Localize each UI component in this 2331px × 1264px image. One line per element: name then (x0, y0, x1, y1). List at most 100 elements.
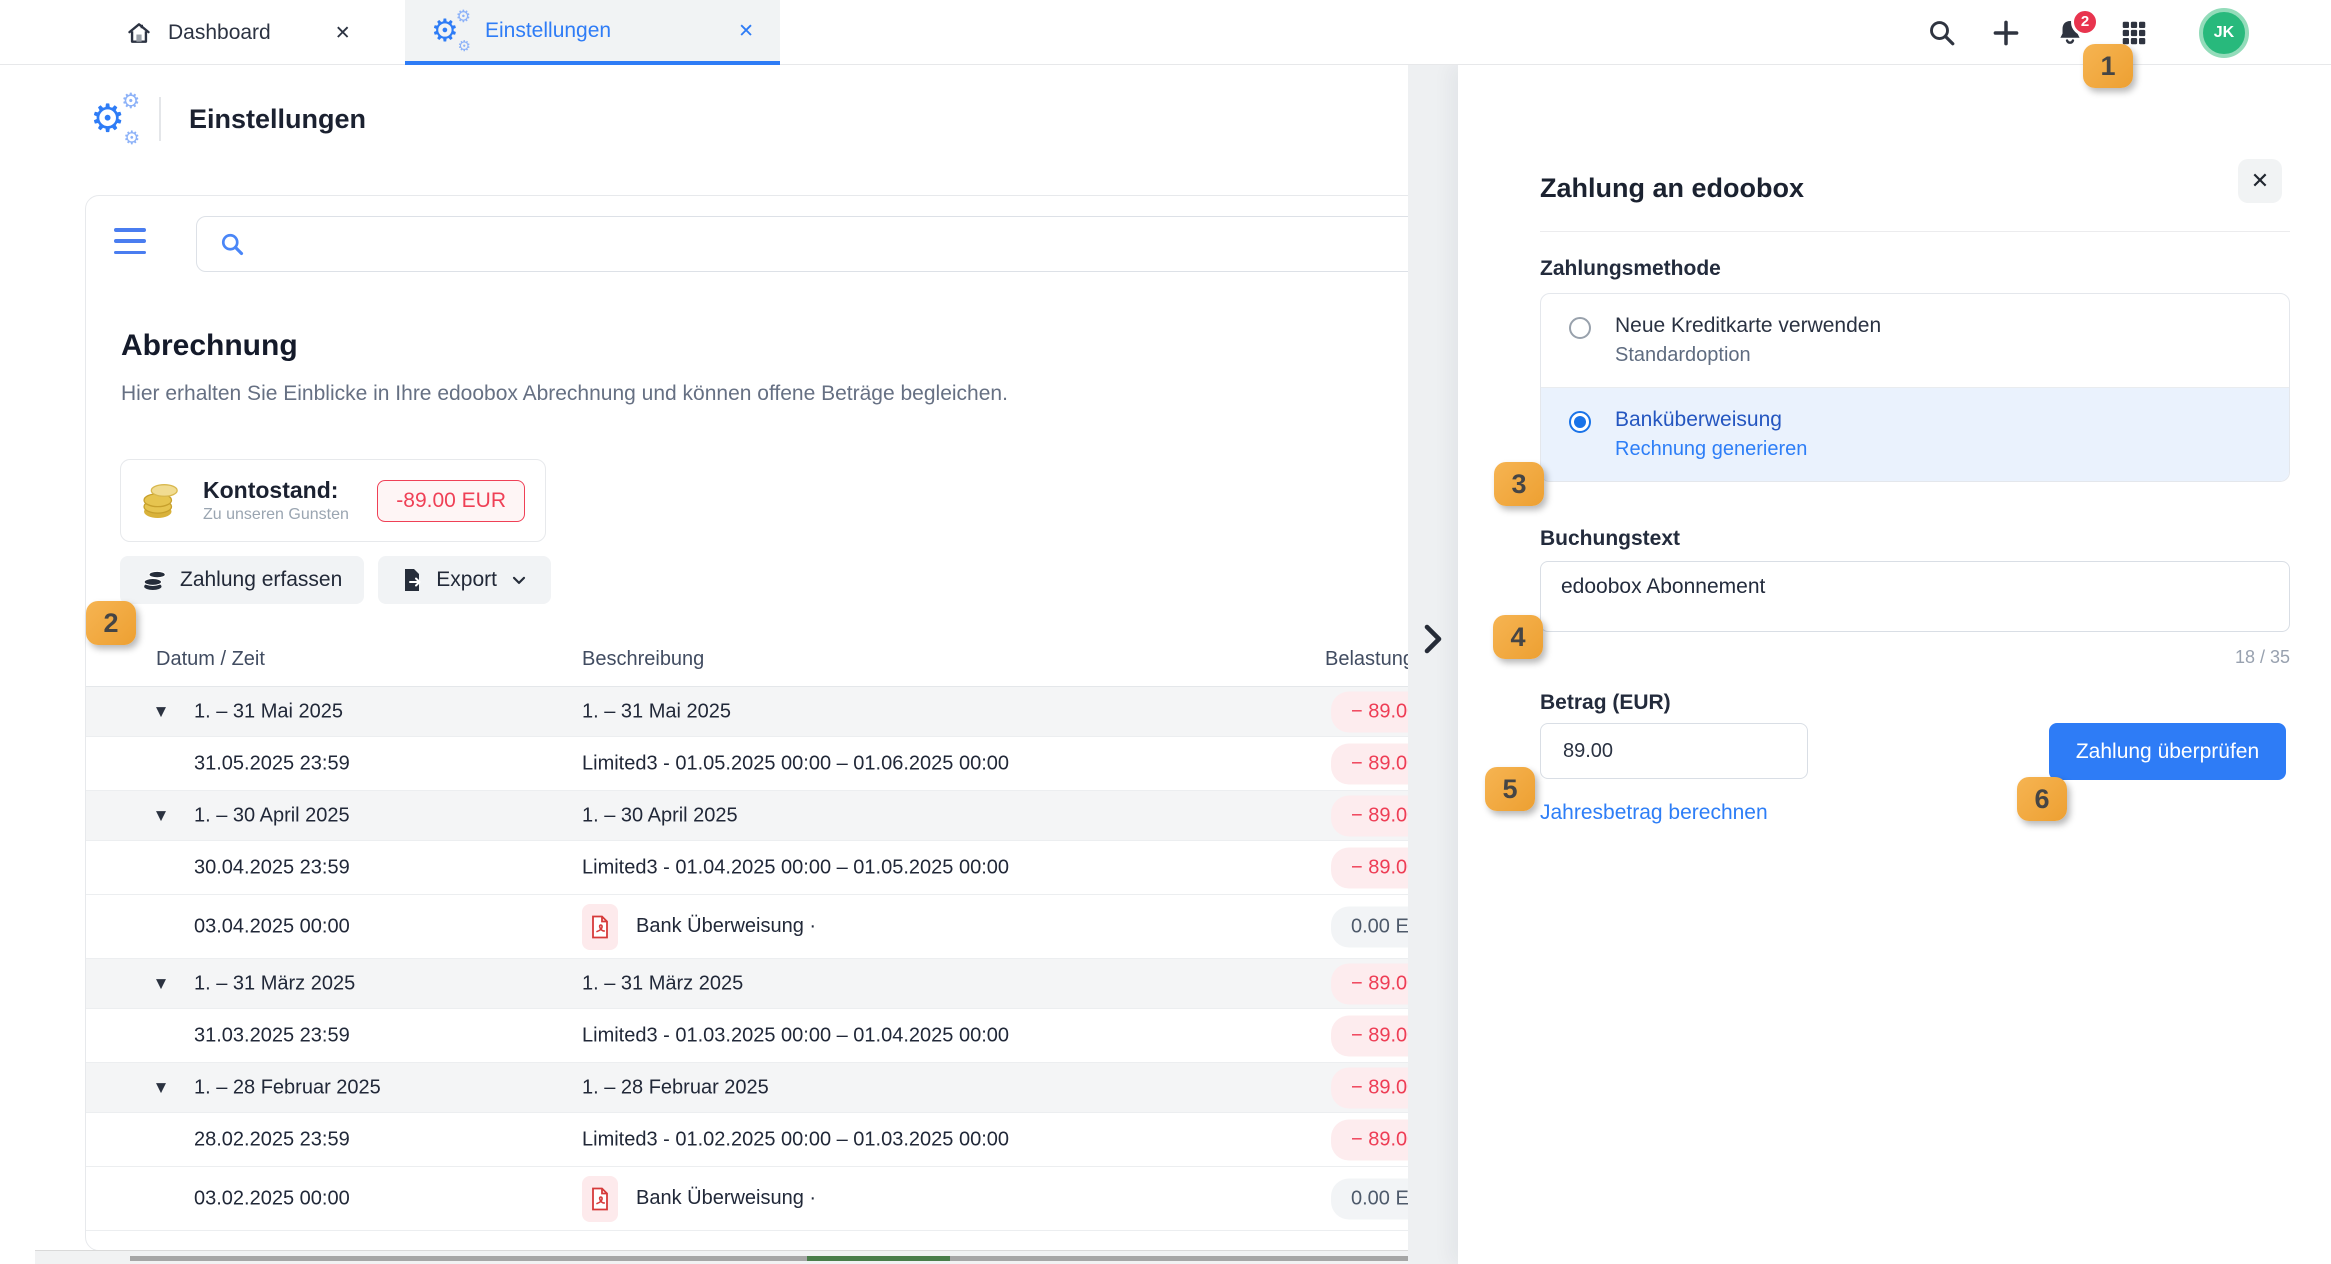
add-icon[interactable] (1989, 16, 2023, 50)
column-header-datum: Datum / Zeit (156, 631, 265, 687)
row-description-cell: Bank Überweisung · (582, 904, 816, 950)
option-title: Banküberweisung (1615, 408, 1807, 432)
search-input[interactable] (260, 232, 1408, 257)
notification-count-badge: 2 (2071, 8, 2099, 36)
gears-icon: ⚙⚙⚙ (431, 11, 469, 51)
collapse-triangle-icon[interactable]: ▼ (156, 976, 194, 991)
horizontal-scrollbar[interactable] (35, 1250, 1408, 1264)
row-amount-cell: − 89.00 EUR (1331, 795, 1408, 836)
user-avatar[interactable]: JK (2199, 8, 2249, 58)
coins-icon (141, 480, 181, 522)
verify-payment-button[interactable]: Zahlung überprüfen (2049, 723, 2286, 780)
booking-text-input[interactable]: edoobox Abonnement (1540, 561, 2290, 632)
radio-selected[interactable] (1569, 411, 1591, 433)
row-amount-cell: − 89.00 EUR (1331, 1015, 1408, 1056)
table-search (196, 216, 1408, 272)
capture-payment-label: Zahlung erfassen (180, 568, 342, 592)
amount-pill: − 89.00 EUR (1331, 795, 1408, 836)
option-bank-transfer[interactable]: Banküberweisung Rechnung generieren (1541, 387, 2289, 481)
amount-label: Betrag (EUR) (1540, 691, 1671, 715)
notifications-bell-icon[interactable]: 2 (2053, 16, 2087, 50)
table-row: 03.04.2025 00:00 Bank Überweisung · 0.00… (86, 895, 1408, 959)
amount-pill: − 89.00 EUR (1331, 1015, 1408, 1056)
capture-payment-button[interactable]: Zahlung erfassen (120, 556, 364, 604)
export-file-icon (400, 567, 424, 593)
table-row[interactable]: ▼ 1. – 31 Mai 2025 1. – 31 Mai 2025 − 89… (86, 687, 1408, 737)
collapse-drawer-chevron-icon[interactable] (1420, 622, 1446, 656)
balance-value-badge: -89.00 EUR (377, 480, 525, 522)
search-icon[interactable] (1925, 16, 1959, 50)
row-amount-cell: 0.00 EUR (1331, 906, 1408, 947)
collapse-triangle-icon[interactable]: ▼ (156, 704, 194, 719)
option-subtitle-link[interactable]: Rechnung generieren (1615, 438, 1807, 461)
row-date-cell: 03.02.2025 00:00 (156, 1187, 350, 1210)
tab-einstellungen-close-icon[interactable]: ✕ (738, 20, 754, 42)
annual-amount-link[interactable]: Jahresbetrag berechnen (1540, 801, 1768, 825)
table-body: ▼ 1. – 31 Mai 2025 1. – 31 Mai 2025 − 89… (86, 687, 1408, 1231)
option-new-credit-card[interactable]: Neue Kreditkarte verwenden Standardoptio… (1541, 294, 2289, 387)
char-counter: 18 / 35 (2235, 647, 2290, 668)
row-amount-cell: − 89.00 EUR (1331, 1067, 1408, 1108)
section-subtitle: Hier erhalten Sie Einblicke in Ihre edoo… (121, 382, 1008, 406)
main-panel: ⚙⚙⚙ Einstellungen Abrechnung Hier erhalt… (35, 65, 1408, 1264)
collapse-triangle-icon[interactable]: ▼ (156, 808, 194, 823)
row-date-cell: 31.05.2025 23:59 (156, 752, 350, 775)
row-description-cell: 1. – 28 Februar 2025 (582, 1076, 769, 1099)
balance-label: Kontostand: (203, 477, 349, 504)
table-row[interactable]: ▼ 1. – 30 April 2025 1. – 30 April 2025 … (86, 791, 1408, 841)
table-row: 03.02.2025 00:00 Bank Überweisung · 0.00… (86, 1167, 1408, 1231)
tab-einstellungen-label: Einstellungen (485, 19, 611, 43)
pdf-file-icon[interactable] (582, 1176, 618, 1222)
balance-card: Kontostand: Zu unseren Gunsten -89.00 EU… (120, 459, 546, 542)
scrollbar-highlight (807, 1256, 950, 1261)
row-description-cell: Limited3 - 01.05.2025 00:00 – 01.06.2025… (582, 752, 1009, 775)
row-date-cell: ▼ 1. – 28 Februar 2025 (156, 1076, 381, 1099)
tab-dashboard-label: Dashboard (168, 21, 271, 45)
column-header-belastung: Belastung (1325, 631, 1408, 687)
tab-dashboard[interactable]: Dashboard ✕ (100, 0, 385, 65)
annotation-badge-6: 6 (2017, 777, 2067, 821)
collapse-triangle-icon[interactable]: ▼ (156, 1080, 194, 1095)
amount-input[interactable] (1540, 723, 1808, 779)
tab-dashboard-close-icon[interactable]: ✕ (335, 22, 351, 44)
annotation-badge-2: 2 (86, 601, 136, 645)
row-date-cell: ▼ 1. – 31 Mai 2025 (156, 700, 343, 723)
payment-method-label: Zahlungsmethode (1540, 257, 1721, 281)
amount-pill: − 89.00 EUR (1331, 1067, 1408, 1108)
amount-pill: − 89.00 EUR (1331, 847, 1408, 888)
row-description-cell: Limited3 - 01.04.2025 00:00 – 01.05.2025… (582, 856, 1009, 879)
booking-text-label: Buchungstext (1540, 527, 1680, 551)
amount-pill: − 89.00 EUR (1331, 963, 1408, 1004)
drawer-close-icon[interactable]: ✕ (2238, 159, 2282, 203)
row-date-cell: ▼ 1. – 31 März 2025 (156, 972, 355, 995)
radio-unselected[interactable] (1569, 317, 1591, 339)
scrollbar-thumb[interactable] (130, 1256, 1408, 1261)
export-button[interactable]: Export (378, 556, 551, 604)
row-description-cell: Limited3 - 01.02.2025 00:00 – 01.03.2025… (582, 1128, 1009, 1151)
tab-einstellungen[interactable]: ⚙⚙⚙ Einstellungen ✕ (405, 0, 780, 65)
table-row[interactable]: ▼ 1. – 28 Februar 2025 1. – 28 Februar 2… (86, 1063, 1408, 1113)
pdf-file-icon[interactable] (582, 904, 618, 950)
table-row[interactable]: ▼ 1. – 31 März 2025 1. – 31 März 2025 − … (86, 959, 1408, 1009)
page-title: Einstellungen (189, 104, 366, 135)
row-date-cell: ▼ 1. – 30 April 2025 (156, 804, 350, 827)
amount-pill: − 89.00 EUR (1331, 1119, 1408, 1160)
row-description-cell: 1. – 30 April 2025 (582, 804, 738, 827)
row-amount-cell: 0.00 EUR (1331, 1178, 1408, 1219)
amount-pill: 0.00 EUR (1331, 906, 1408, 947)
amount-pill: 0.00 EUR (1331, 1178, 1408, 1219)
row-description-cell: Bank Überweisung · (582, 1176, 816, 1222)
amount-pill: − 89.00 EUR (1331, 743, 1408, 784)
payment-drawer: ✕ Zahlung an edoobox Zahlungsmethode Neu… (1458, 65, 2331, 1264)
row-amount-cell: − 89.00 EUR (1331, 691, 1408, 732)
row-description-cell: 1. – 31 Mai 2025 (582, 700, 731, 723)
menu-hamburger-icon[interactable] (114, 228, 146, 254)
row-amount-cell: − 89.00 EUR (1331, 963, 1408, 1004)
chevron-down-icon (509, 570, 529, 590)
row-description-cell: Limited3 - 01.03.2025 00:00 – 01.04.2025… (582, 1024, 1009, 1047)
table-row: 31.03.2025 23:59 Limited3 - 01.03.2025 0… (86, 1009, 1408, 1063)
table-header: Datum / Zeit Beschreibung Belastung (86, 631, 1408, 687)
column-header-beschreibung: Beschreibung (582, 631, 704, 687)
option-title: Neue Kreditkarte verwenden (1615, 314, 1881, 338)
table-row: 31.05.2025 23:59 Limited3 - 01.05.2025 0… (86, 737, 1408, 791)
